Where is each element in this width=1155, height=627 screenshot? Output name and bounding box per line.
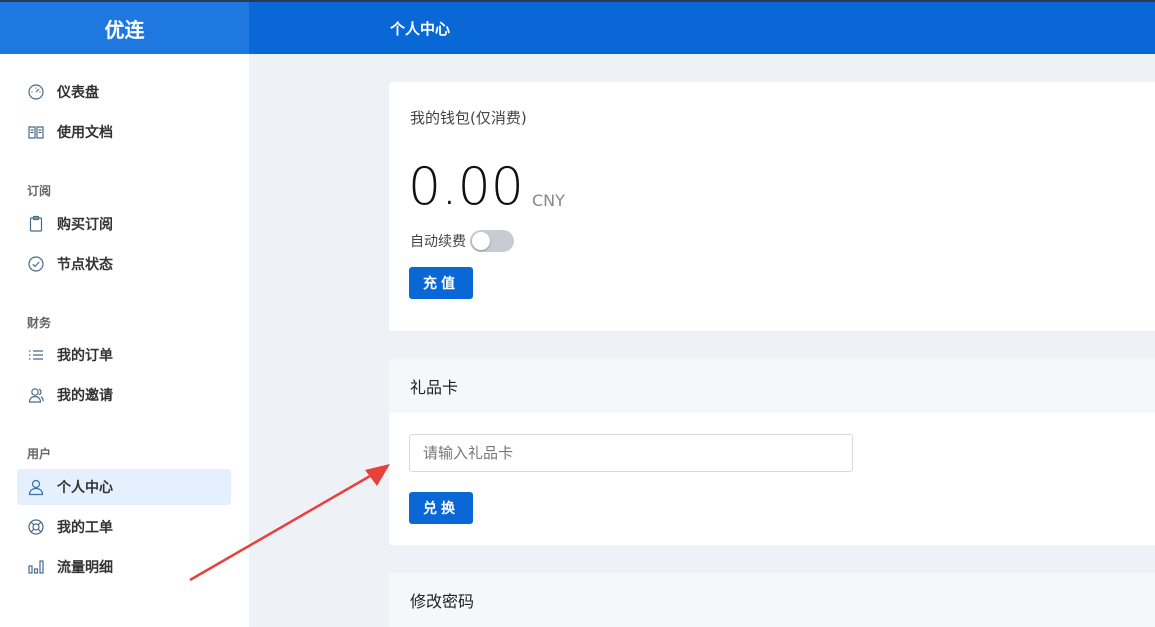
- auto-renew-toggle[interactable]: [470, 230, 514, 252]
- brand-logo[interactable]: 优连: [0, 2, 249, 54]
- page-title: 个人中心: [390, 19, 451, 38]
- section-label-finance: 财务: [27, 316, 52, 330]
- wallet-balance: 0.00: [408, 157, 524, 217]
- sidebar-item-label: 我的订单: [57, 348, 113, 364]
- user-icon: [27, 478, 45, 496]
- sidebar-item-label: 流量明细: [57, 560, 113, 576]
- sidebar-item-label: 我的工单: [57, 520, 113, 536]
- sidebar-item-buy-subscription[interactable]: 购买订阅: [17, 206, 231, 242]
- clipboard-icon: [27, 215, 45, 233]
- list-icon: [27, 346, 45, 364]
- sidebar-item-docs[interactable]: 使用文档: [17, 114, 231, 150]
- change-password-card: 修改密码: [389, 573, 1155, 627]
- sidebar-item-node-status[interactable]: 节点状态: [17, 246, 231, 282]
- gift-card-card: 礼品卡 兑换: [389, 359, 1155, 545]
- wallet-card: 我的钱包(仅消费) 0.00 CNY 自动续费 充值: [389, 82, 1155, 331]
- section-label-user: 用户: [27, 447, 52, 461]
- sidebar-item-label: 节点状态: [57, 257, 113, 273]
- sidebar-item-label: 使用文档: [57, 125, 113, 141]
- sidebar-item-my-orders[interactable]: 我的订单: [17, 337, 231, 373]
- wallet-title: 我的钱包(仅消费): [410, 109, 527, 127]
- sidebar-item-label: 购买订阅: [57, 217, 113, 233]
- gift-card-input[interactable]: [409, 434, 853, 472]
- wallet-currency: CNY: [532, 191, 565, 210]
- gift-card-title: 礼品卡: [389, 359, 1155, 413]
- annotation-arrow-icon: [189, 464, 390, 582]
- book-icon: [27, 123, 45, 141]
- top-bar: 优连 个人中心: [0, 0, 1155, 54]
- dashboard-icon: [27, 83, 45, 101]
- sidebar-item-label: 个人中心: [57, 480, 113, 496]
- toggle-knob: [472, 232, 490, 250]
- section-label-subscription: 订阅: [27, 184, 52, 198]
- users-icon: [27, 386, 45, 404]
- change-password-title: 修改密码: [389, 573, 1155, 627]
- auto-renew-row: 自动续费: [410, 230, 514, 252]
- sidebar-item-dashboard[interactable]: 仪表盘: [17, 74, 231, 110]
- sidebar-item-label: 仪表盘: [57, 85, 99, 101]
- sidebar-item-my-invites[interactable]: 我的邀请: [17, 377, 231, 413]
- recharge-button[interactable]: 充值: [409, 267, 473, 299]
- lifebuoy-icon: [27, 518, 45, 536]
- redeem-button[interactable]: 兑换: [409, 492, 473, 524]
- sidebar-item-label: 我的邀请: [57, 388, 113, 404]
- bar-chart-icon: [27, 558, 45, 576]
- check-circle-icon: [27, 255, 45, 273]
- auto-renew-label: 自动续费: [410, 234, 466, 250]
